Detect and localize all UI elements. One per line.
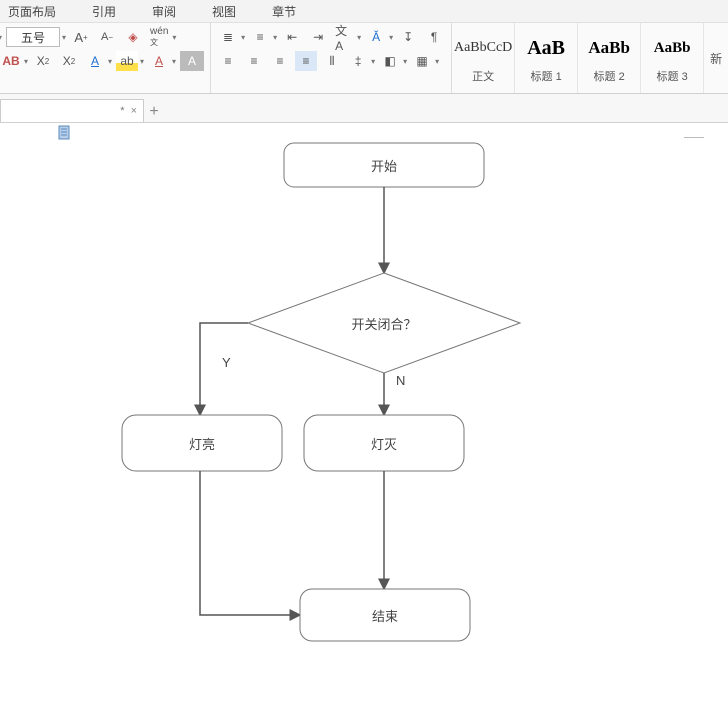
new-tab-button[interactable]: + (144, 102, 164, 122)
highlight-icon[interactable]: ab (116, 51, 138, 71)
style-h3-preview: AaBb (654, 32, 691, 64)
flow-decision-label: 开关闭合？ (351, 317, 416, 332)
font-size-value: 五号 (21, 29, 45, 46)
char-color-icon[interactable]: A (148, 51, 170, 71)
style-body-preview: AaBbCcD (454, 32, 512, 64)
menu-chapter[interactable]: 章节 (272, 3, 296, 20)
menu-bar: 页面布局 引用 审阅 视图 章节 (0, 0, 728, 23)
numbering-dd[interactable]: ▾ (273, 33, 277, 42)
bullets-dd[interactable]: ▾ (241, 33, 245, 42)
style-heading2[interactable]: AaBb 标题 2 (578, 23, 641, 93)
line-spacing-icon[interactable]: ‡ (347, 51, 369, 71)
flow-lamp-on-label: 灯亮 (189, 437, 215, 452)
flow-yes-label: Y (222, 355, 231, 370)
text-dir-dd[interactable]: ▾ (357, 33, 361, 42)
shading-icon[interactable]: ◧ (379, 51, 401, 71)
style-heading3[interactable]: AaBb 标题 3 (641, 23, 704, 93)
ab-dd-icon[interactable]: ▾ (24, 57, 28, 66)
clear-format-icon[interactable]: ◈ (122, 27, 144, 47)
close-tab-icon[interactable]: × (131, 105, 137, 117)
shrink-font-icon[interactable]: A− (96, 27, 118, 47)
menu-refs[interactable]: 引用 (92, 3, 116, 20)
menu-layout[interactable]: 页面布局 (8, 3, 56, 20)
align-right-icon[interactable]: ≡ (269, 51, 291, 71)
subscript-icon[interactable]: X2 (58, 51, 80, 71)
shading-dd[interactable]: ▾ (403, 57, 407, 66)
flow-lamp-off-label: 灯灭 (371, 437, 397, 452)
sort-icon[interactable]: ↧ (397, 27, 419, 47)
flowchart-diagram: 开始 开关闭合？ Y N 灯亮 灯灭 结束 (0, 123, 728, 711)
numbering-icon[interactable]: ≡ (249, 27, 271, 47)
menu-view[interactable]: 视图 (212, 3, 236, 20)
font-group: ▾ 五号 ▾ A+ A− ◈ wén文 ▾ AB ▾ X2 X2 A ▾ ab … (0, 23, 211, 93)
menu-review[interactable]: 审阅 (152, 3, 176, 20)
superscript-icon[interactable]: X2 (32, 51, 54, 71)
style-h1-preview: AaB (527, 32, 565, 64)
document-tab[interactable]: * × (0, 99, 144, 122)
style-h2-label: 标题 2 (594, 68, 625, 84)
document-modified-star: * (120, 105, 124, 117)
highlight-dd-icon[interactable]: ▾ (140, 57, 144, 66)
char-scale-icon[interactable]: Ă (365, 27, 387, 47)
style-h3-label: 标题 3 (657, 68, 688, 84)
styles-gallery: AaBbCcD 正文 AaB 标题 1 AaBb 标题 2 AaBb 标题 3 (452, 23, 704, 93)
indent-icon[interactable]: ⇥ (307, 27, 329, 47)
style-body[interactable]: AaBbCcD 正文 (452, 23, 515, 93)
align-left-icon[interactable]: ≡ (217, 51, 239, 71)
document-canvas[interactable]: 开始 开关闭合？ Y N 灯亮 灯灭 结束 (0, 123, 728, 711)
font-color-icon[interactable]: A (84, 51, 106, 71)
outdent-icon[interactable]: ⇤ (281, 27, 303, 47)
style-h2-preview: AaBb (588, 32, 630, 64)
font-size-dropdown-icon[interactable]: ▾ (62, 33, 66, 42)
phonetic-dd-icon[interactable]: ▾ (172, 33, 176, 42)
font-color-dd-icon[interactable]: ▾ (108, 57, 112, 66)
flow-arrow-lamp-on-end (200, 471, 300, 615)
style-h1-label: 标题 1 (531, 68, 562, 84)
flow-no-label: N (396, 373, 405, 388)
borders-icon[interactable]: ▦ (411, 51, 433, 71)
line-spacing-dd[interactable]: ▾ (371, 57, 375, 66)
align-center-icon[interactable]: ≡ (243, 51, 265, 71)
flow-start-label: 开始 (371, 159, 397, 174)
paragraph-group: ≣▾ ≡▾ ⇤ ⇥ 文A▾ Ă▾ ↧ ¶ ≡ ≡ ≡ ≡ ⫴ ‡▾ ◧▾ ▦▾ (211, 23, 452, 93)
align-justify-icon[interactable]: ≡ (295, 51, 317, 71)
bullets-icon[interactable]: ≣ (217, 27, 239, 47)
ribbon-toolbar: ▾ 五号 ▾ A+ A− ◈ wén文 ▾ AB ▾ X2 X2 A ▾ ab … (0, 23, 728, 94)
phonetic-guide-icon[interactable]: wén文 (148, 27, 170, 47)
document-tabstrip: * × + (0, 94, 728, 123)
char-scale-dd[interactable]: ▾ (389, 33, 393, 42)
style-body-label: 正文 (472, 68, 494, 84)
ribbon-trailing[interactable]: 新 (704, 23, 728, 93)
flow-end-label: 结束 (372, 609, 398, 624)
style-heading1[interactable]: AaB 标题 1 (515, 23, 578, 93)
bold-or-ab-icon[interactable]: AB (0, 51, 22, 71)
char-shading-icon[interactable]: A (180, 51, 204, 71)
font-size-select[interactable]: 五号 (6, 27, 60, 47)
char-color-dd-icon[interactable]: ▾ (172, 57, 176, 66)
distribute-icon[interactable]: ⫴ (321, 51, 343, 71)
show-marks-icon[interactable]: ¶ (423, 27, 445, 47)
text-direction-icon[interactable]: 文A (333, 27, 355, 47)
borders-dd[interactable]: ▾ (435, 57, 439, 66)
grow-font-icon[interactable]: A+ (70, 27, 92, 47)
font-dropdown-icon[interactable]: ▾ (0, 33, 2, 42)
